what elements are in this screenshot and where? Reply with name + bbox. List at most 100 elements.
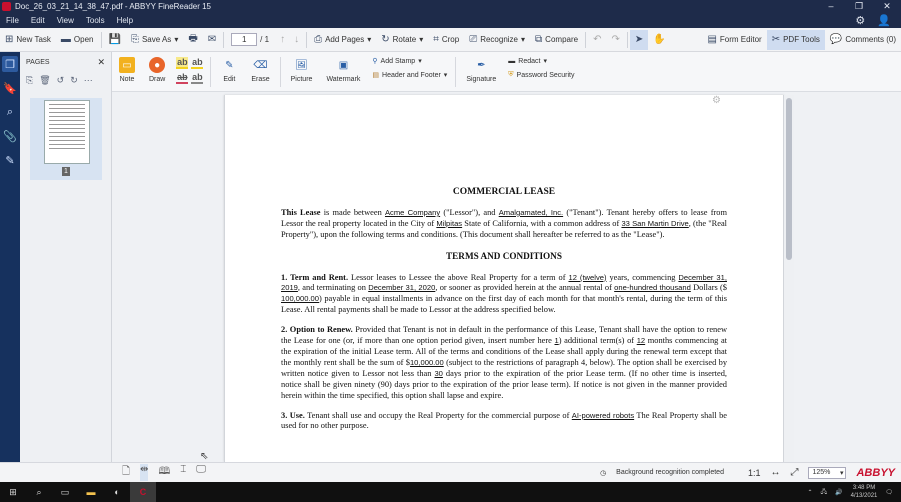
arrow-up-icon[interactable]: ↑ xyxy=(280,34,285,45)
account-icon[interactable]: 👤 xyxy=(877,14,891,27)
menu-file[interactable]: File xyxy=(0,16,25,25)
presentation-view-icon[interactable]: 🖵 xyxy=(196,464,206,481)
recognize-button[interactable]: ⎚ Recognize ▾ xyxy=(464,30,530,50)
recognize-label: Recognize xyxy=(480,35,519,44)
divider xyxy=(100,31,102,48)
email-button[interactable]: ✉ xyxy=(203,30,221,50)
compare-button[interactable]: ⧉ Compare xyxy=(530,30,583,50)
search-icon[interactable]: ⌕ xyxy=(26,487,52,498)
rotate-left-icon[interactable]: ↺ xyxy=(57,75,65,86)
single-page-view-icon[interactable]: 🗋 xyxy=(122,464,130,481)
print-button[interactable]: 🖶 xyxy=(183,30,202,50)
hand-tool-button[interactable]: ✋ xyxy=(648,30,670,50)
add-stamp-button[interactable]: ⚲ Add Stamp ▾ xyxy=(372,57,447,66)
close-button[interactable]: ✕ xyxy=(873,1,901,12)
form-editor-button[interactable]: ▤ Form Editor xyxy=(702,30,766,50)
browser-icon[interactable]: ◐ xyxy=(104,487,130,497)
watermark-button[interactable]: ▣ Watermark xyxy=(319,57,367,84)
continuous-view-icon[interactable]: ⌶ xyxy=(180,464,186,481)
signature-button[interactable]: ✒ Signature xyxy=(459,57,503,84)
password-security-button[interactable]: ⛨ Password Security xyxy=(508,71,574,79)
date: 4/13/2021 xyxy=(850,493,878,499)
strikethrough-button[interactable]: ab xyxy=(176,72,189,84)
draw-button[interactable]: ● Draw xyxy=(142,57,172,83)
attachments-icon[interactable]: 📎 xyxy=(2,128,18,144)
divider xyxy=(306,31,308,48)
arrow-down-icon[interactable]: ↓ xyxy=(294,34,299,45)
page-settings-icon[interactable]: ⚙ xyxy=(712,95,721,106)
recognition-status: Background recognition completed xyxy=(616,469,724,476)
redo-button[interactable]: ↷ xyxy=(606,30,624,50)
new-task-icon: ⊞ xyxy=(5,34,14,45)
clock[interactable]: 3:48 PM 4/13/2021 xyxy=(851,484,878,500)
save-as-button[interactable]: ⎘ Save As ▾ xyxy=(126,30,183,50)
chevron-down-icon: ▾ xyxy=(543,58,547,65)
add-page-icon[interactable]: ⎘ xyxy=(26,75,33,86)
note-label: Note xyxy=(119,76,135,83)
bookmarks-icon[interactable]: 🔖 xyxy=(2,80,18,96)
option-to-renew-paragraph: 2. Option to Renew. Provided that Tenant… xyxy=(281,325,728,400)
mouse-cursor-icon: ⇖ xyxy=(200,451,209,462)
chevron-down-icon: ▾ xyxy=(367,35,372,44)
menu-view[interactable]: View xyxy=(51,16,80,25)
comments-button[interactable]: 💬 Comments (0) xyxy=(825,30,901,50)
signature-label: Signature xyxy=(466,76,497,83)
rotate-button[interactable]: ↻ Rotate ▾ xyxy=(376,30,428,50)
header-footer-button[interactable]: ▤ Header and Footer ▾ xyxy=(372,71,447,80)
zoom-select[interactable]: 125% ▾ xyxy=(808,466,847,479)
fit-width-icon[interactable]: ↔ xyxy=(770,467,780,478)
pdf-tools-button[interactable]: ✂ PDF Tools xyxy=(766,29,825,50)
open-button[interactable]: ▬ Open xyxy=(56,30,99,50)
signatures-icon[interactable]: ✎ xyxy=(2,152,18,168)
two-page-view-icon[interactable]: 🕮 xyxy=(158,464,170,481)
menu-help[interactable]: Help xyxy=(111,16,139,25)
redo-icon: ↷ xyxy=(611,34,620,45)
more-options-icon[interactable]: ⋯ xyxy=(84,75,93,86)
actual-size-button[interactable]: 1:1 xyxy=(748,468,761,478)
picture-button[interactable]: 🖼 Picture xyxy=(284,57,320,84)
close-panel-icon[interactable]: ✕ xyxy=(97,57,105,68)
select-tool-button[interactable]: ➤ xyxy=(629,29,649,50)
notifications-icon[interactable]: 🗨 xyxy=(885,489,893,496)
note-button[interactable]: ▭ Note xyxy=(112,57,142,83)
edit-button[interactable]: ✎ Edit xyxy=(214,57,244,84)
minimize-button[interactable]: – xyxy=(817,1,845,12)
underline-button[interactable]: ab xyxy=(191,57,204,69)
save-button[interactable]: 💾 xyxy=(104,30,126,50)
document-page[interactable]: COMMERCIAL LEASE This Lease is made betw… xyxy=(224,95,784,462)
file-explorer-icon[interactable]: ▬ xyxy=(78,487,104,497)
undo-button[interactable]: ↶ xyxy=(588,30,606,50)
delete-page-icon[interactable]: 🗑 xyxy=(39,75,50,86)
start-icon[interactable]: ⊞ xyxy=(0,487,26,498)
new-task-button[interactable]: ⊞ New Task xyxy=(0,30,56,50)
replace-text-button[interactable]: ab xyxy=(191,72,204,84)
menu-tools[interactable]: Tools xyxy=(80,16,111,25)
crop-icon: ⌗ xyxy=(433,34,439,45)
scrollbar-thumb[interactable] xyxy=(786,98,792,260)
draw-icon: ● xyxy=(149,57,166,73)
page-number-input[interactable]: 1 xyxy=(231,33,258,46)
redact-button[interactable]: ▬ Redact ▾ xyxy=(508,57,574,66)
erase-label: Erase xyxy=(251,76,270,83)
tray-arrow-icon[interactable]: ⌃ xyxy=(807,489,812,496)
rotate-right-icon[interactable]: ↻ xyxy=(70,75,78,86)
settings-gear-icon[interactable]: ⚙ xyxy=(855,14,865,27)
page-thumbnail[interactable] xyxy=(44,100,90,164)
highlight-button[interactable]: ab xyxy=(176,57,189,69)
comment-icon: 💬 xyxy=(829,34,843,45)
erase-button[interactable]: ⌫ Erase xyxy=(244,57,276,84)
crop-button[interactable]: ⌗ Crop xyxy=(428,30,464,50)
task-view-icon[interactable]: ▭ xyxy=(52,487,78,498)
volume-icon[interactable]: 🔊 xyxy=(835,489,842,496)
pages-panel-icon[interactable]: ❐ xyxy=(2,56,18,72)
network-icon[interactable]: 🖧 xyxy=(820,487,827,497)
maximize-button[interactable]: ❐ xyxy=(845,1,873,12)
fit-width-view-icon[interactable]: ⇹ xyxy=(140,464,149,481)
finereader-taskbar-icon[interactable]: C xyxy=(130,482,156,502)
menu-edit[interactable]: Edit xyxy=(25,16,51,25)
add-pages-button[interactable]: ⎙ Add Pages ▾ xyxy=(309,30,376,50)
panel-footer xyxy=(0,462,112,482)
hand-icon: ✋ xyxy=(653,34,666,45)
search-icon[interactable]: ⌕ xyxy=(2,104,18,120)
fit-page-icon[interactable]: ⤢ xyxy=(790,467,798,478)
